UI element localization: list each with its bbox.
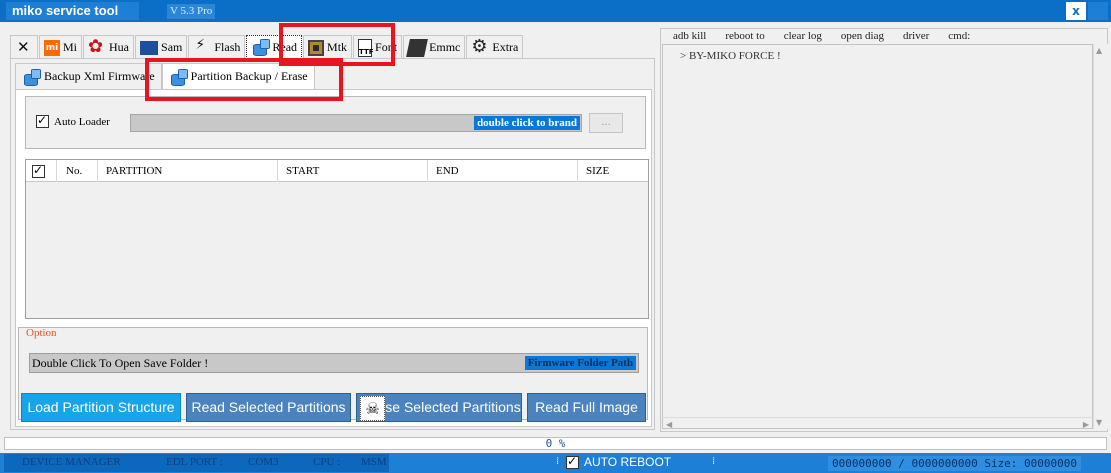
column-size[interactable]: SIZE xyxy=(578,160,648,182)
tab-label: Sam xyxy=(161,40,183,54)
scroll-left-icon[interactable]: ◀ xyxy=(666,420,672,429)
log-horizontal-scrollbar[interactable]: ◀ ▶ xyxy=(662,417,1093,431)
tab-label: Flash xyxy=(214,40,241,54)
samsung-logo-icon xyxy=(140,40,159,55)
database-icon xyxy=(22,68,41,86)
transfer-counter: 000000000 / 0000000000 Size: 00000000 xyxy=(828,456,1082,471)
log-vertical-scrollbar[interactable]: ▲ ▼ xyxy=(1093,44,1108,429)
separator-icon: ⁞ xyxy=(712,456,716,467)
firmware-folder-path-label: Firmware Folder Path xyxy=(524,356,636,370)
database-icon xyxy=(251,38,271,56)
skull-icon: ☠ xyxy=(360,396,385,421)
column-start[interactable]: START xyxy=(278,160,428,182)
auto-loader-label: Auto Loader xyxy=(54,115,110,128)
gear-icon xyxy=(471,36,489,57)
reboot-to-link[interactable]: reboot to xyxy=(725,30,764,42)
select-all-column[interactable] xyxy=(26,160,57,182)
scroll-right-icon[interactable]: ▶ xyxy=(1083,420,1089,429)
browse-loader-button[interactable]: ... xyxy=(589,113,623,133)
tab-flash[interactable]: Flash xyxy=(188,35,246,59)
subtab-backup-xml[interactable]: Backup Xml Firmware xyxy=(15,63,162,89)
version-label: V 5.3 Pro xyxy=(167,4,216,19)
auto-loader-checkbox[interactable] xyxy=(36,113,49,128)
progress-bar: 0 % xyxy=(4,437,1107,450)
auto-loader-option[interactable]: Auto Loader xyxy=(36,113,110,128)
cmd-link[interactable]: cmd: xyxy=(948,30,970,42)
highlight-partition-tab xyxy=(145,58,343,101)
close-button[interactable]: x xyxy=(1066,2,1086,20)
erase-button-label: se Selected Partitions xyxy=(385,399,521,415)
save-folder-text: Double Click To Open Save Folder ! xyxy=(32,356,209,370)
xiaomi-logo-icon: mi xyxy=(44,39,60,56)
option-label: Option xyxy=(26,327,57,339)
save-folder-field[interactable]: Double Click To Open Save Folder ! Firmw… xyxy=(29,353,639,373)
auto-reboot-option[interactable]: AUTO REBOOT xyxy=(566,454,672,469)
select-all-checkbox[interactable] xyxy=(32,163,45,178)
read-selected-partitions-button[interactable]: Read Selected Partitions xyxy=(186,393,351,422)
title-bar: miko service tool V 5.3 Pro x xyxy=(0,0,1111,22)
tab-mi[interactable]: mi Mi xyxy=(39,35,83,59)
column-no[interactable]: No. xyxy=(58,160,98,182)
com-port-value: COM3 xyxy=(248,456,279,468)
scroll-down-icon[interactable]: ▼ xyxy=(1096,418,1102,427)
log-line: > BY-MIKO FORCE ! xyxy=(680,50,781,62)
cpu-label: CPU : xyxy=(313,456,341,468)
emmc-chip-icon xyxy=(406,38,428,57)
subtab-label: Backup Xml Firmware xyxy=(44,69,155,83)
log-area[interactable] xyxy=(662,44,1093,429)
load-partition-structure-button[interactable]: Load Partition Structure xyxy=(21,393,181,422)
device-manager-label[interactable]: DEVICE MANAGER xyxy=(22,456,121,468)
tab-label: Mi xyxy=(63,40,78,54)
column-end[interactable]: END xyxy=(428,160,578,182)
main-tab-bar: miMi Hua Sam Flash Read Mtk TTFFont Emmc… xyxy=(10,35,524,59)
clear-log-link[interactable]: clear log xyxy=(784,30,822,42)
auto-reboot-checkbox[interactable] xyxy=(566,454,579,469)
title-accent xyxy=(1088,2,1108,20)
tab-label: Hua xyxy=(109,40,130,54)
cpu-value: MSM xyxy=(361,456,387,468)
column-partition[interactable]: PARTITION xyxy=(98,160,278,182)
open-diag-link[interactable]: open diag xyxy=(841,30,884,42)
separator-icon: ⁞ xyxy=(556,456,560,467)
tab-tools[interactable] xyxy=(10,35,38,59)
lightning-icon xyxy=(193,37,211,57)
partition-table-header: No. PARTITION START END SIZE xyxy=(26,160,648,182)
tools-icon xyxy=(15,38,33,57)
auto-reboot-label: AUTO REBOOT xyxy=(584,455,672,469)
tab-extra[interactable]: Extra xyxy=(466,35,524,59)
scroll-up-icon[interactable]: ▲ xyxy=(1096,46,1102,55)
brand-hint: double click to brand xyxy=(474,116,580,130)
tab-sam[interactable]: Sam xyxy=(135,35,188,59)
adb-kill-link[interactable]: adb kill xyxy=(673,30,706,42)
app-title: miko service tool xyxy=(6,2,139,20)
tab-label: Extra xyxy=(492,40,519,54)
partition-table[interactable]: No. PARTITION START END SIZE xyxy=(25,159,649,319)
brand-selector[interactable]: double click to brand xyxy=(130,114,582,132)
driver-link[interactable]: driver xyxy=(903,30,929,42)
tab-hua[interactable]: Hua xyxy=(83,35,135,59)
tab-label: Emmc xyxy=(429,40,461,54)
right-menu: adb kill reboot to clear log open diag d… xyxy=(673,30,989,42)
huawei-logo-icon xyxy=(88,36,106,57)
edl-port-label: EDL PORT : xyxy=(166,456,223,468)
app-window: miko service tool V 5.3 Pro x miMi Hua S… xyxy=(0,0,1111,473)
read-full-image-button[interactable]: Read Full Image xyxy=(527,393,646,422)
tab-emmc[interactable]: Emmc xyxy=(403,35,466,59)
